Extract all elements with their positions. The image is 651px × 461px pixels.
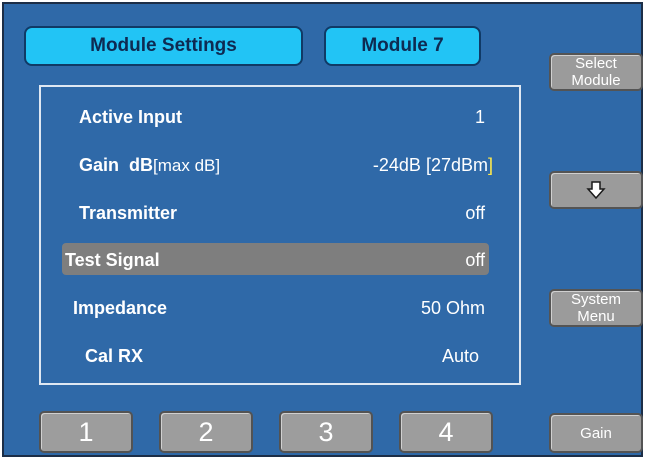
setting-value: 1 <box>474 107 485 127</box>
device-screen: Module Settings Module 7 Active Input 1 … <box>2 2 643 457</box>
setting-label: Gain dB[max dB] <box>79 155 221 175</box>
setting-row-test-signal[interactable]: Test Signal off <box>41 245 519 275</box>
input-button-4[interactable]: 4 <box>399 411 493 453</box>
select-module-label: Select <box>575 55 617 72</box>
input-button-3[interactable]: 3 <box>279 411 373 453</box>
setting-label: Active Input <box>79 107 183 127</box>
module-settings-tab[interactable]: Module Settings <box>24 26 303 66</box>
setting-row-gain[interactable]: Gain dB[max dB] -24dB [27dBm] <box>41 150 519 180</box>
select-module-button[interactable]: Select Module <box>549 53 643 91</box>
down-button[interactable] <box>549 171 643 209</box>
gain-button[interactable]: Gain <box>549 413 643 453</box>
system-menu-button[interactable]: System Menu <box>549 289 643 327</box>
setting-row-cal-rx[interactable]: Cal RX Auto <box>41 341 519 371</box>
gain-label: Gain <box>580 424 612 442</box>
input-button-1[interactable]: 1 <box>39 411 133 453</box>
setting-label: Transmitter <box>79 203 178 223</box>
setting-value: Auto <box>441 346 479 366</box>
setting-label: Impedance <box>73 298 168 318</box>
setting-row-impedance[interactable]: Impedance 50 Ohm <box>41 293 519 323</box>
setting-value: off <box>465 203 485 223</box>
setting-label: Test Signal <box>65 250 160 270</box>
input-button-2[interactable]: 2 <box>159 411 253 453</box>
settings-panel: Active Input 1 Gain dB[max dB] -24dB [27… <box>39 85 521 385</box>
setting-row-transmitter[interactable]: Transmitter off <box>41 198 519 228</box>
module-selector-button[interactable]: Module 7 <box>324 26 481 66</box>
setting-value: off <box>465 250 485 270</box>
setting-value: -24dB [27dBm] <box>372 155 493 175</box>
system-menu-label: System <box>570 291 621 308</box>
select-module-label-2: Module <box>571 72 621 89</box>
setting-row-active-input[interactable]: Active Input 1 <box>41 102 519 132</box>
down-arrow-icon <box>586 181 606 200</box>
system-menu-label-2: Menu <box>577 308 615 325</box>
setting-value: 50 Ohm <box>420 298 485 318</box>
setting-label: Cal RX <box>85 346 144 366</box>
